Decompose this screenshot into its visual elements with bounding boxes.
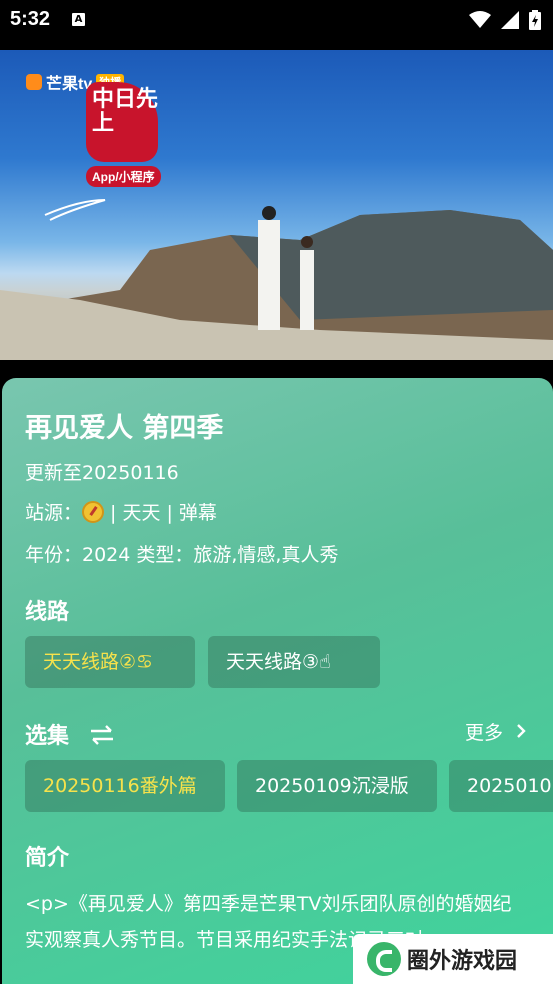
episode-chip[interactable]: 20250109沉浸版 (237, 760, 437, 812)
video-player[interactable]: 芒果tv 独播 中日先上 App/小程序 (0, 50, 553, 360)
chevron-right-icon (517, 724, 526, 738)
wifi-icon (469, 11, 491, 28)
update-info: 更新至20250116 (25, 462, 179, 484)
video-bottom-bar (0, 360, 553, 376)
more-episodes-link[interactable]: 更多 (465, 718, 527, 745)
show-badge: 中日先上 (86, 82, 158, 162)
status-bar: 5:32 A (0, 0, 553, 42)
signal-icon (501, 11, 519, 29)
compass-icon (82, 501, 105, 523)
more-label: 更多 (464, 722, 503, 744)
show-title: 再见爱人 第四季 (25, 413, 224, 444)
swap-sort-icon[interactable] (89, 725, 115, 745)
episode-chip[interactable]: 2025010 (449, 760, 553, 812)
source-parts: | 天天 | 弹幕 (110, 502, 217, 524)
source-line: 站源： | 天天 | 弹幕 (25, 498, 217, 525)
route-chip-3[interactable]: 天天线路③☝ (208, 636, 380, 688)
status-icons (469, 10, 541, 30)
routes-heading: 线路 (25, 600, 70, 625)
watermark: 圈外游戏园 (353, 934, 553, 984)
route-chip-2[interactable]: 天天线路②♋ (25, 636, 195, 688)
mango-icon (26, 74, 42, 90)
source-label: 站源： (25, 502, 83, 524)
episode-chip[interactable]: 20250116番外篇 (25, 760, 225, 812)
detail-card: 再见爱人 第四季 更新至20250116 站源： | 天天 | 弹幕 年份：202… (2, 378, 553, 984)
battery-icon (529, 10, 541, 30)
app-badge: App/小程序 (86, 166, 161, 187)
intro-heading: 简介 (25, 846, 70, 871)
watermark-logo-icon (367, 942, 401, 976)
watermark-text: 圈外游戏园 (407, 949, 518, 974)
status-time: 5:32 (10, 8, 51, 30)
year-type-line: 年份：2024 类型：旅游,情感,真人秀 (25, 544, 339, 566)
episodes-heading-label: 选集 (25, 724, 70, 749)
episodes-heading: 选集 (25, 718, 115, 750)
video-scene (0, 199, 553, 360)
notification-a-icon: A (72, 13, 85, 26)
